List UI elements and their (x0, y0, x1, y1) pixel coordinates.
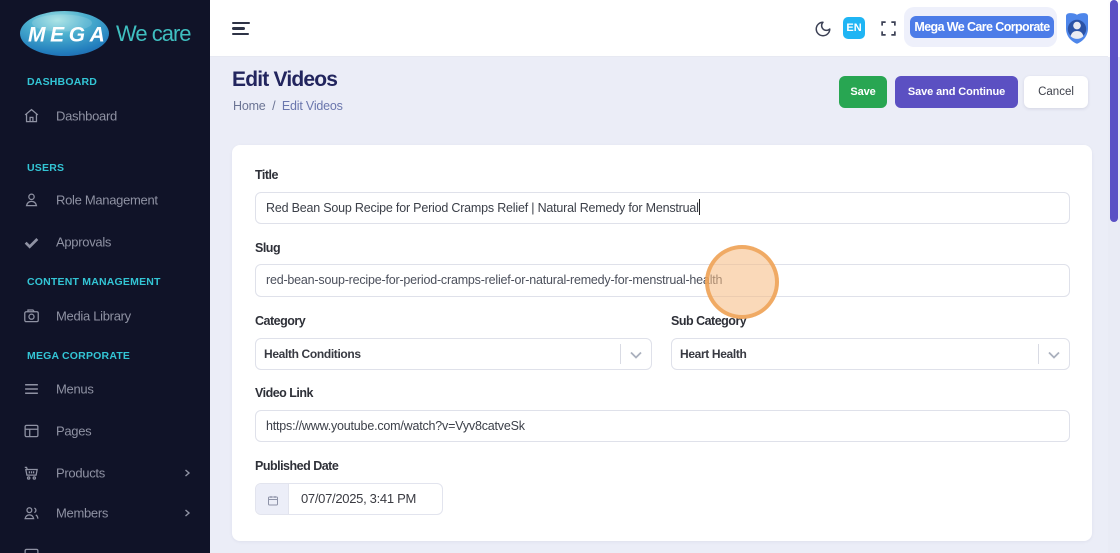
svg-text:MEGA: MEGA (28, 24, 109, 47)
